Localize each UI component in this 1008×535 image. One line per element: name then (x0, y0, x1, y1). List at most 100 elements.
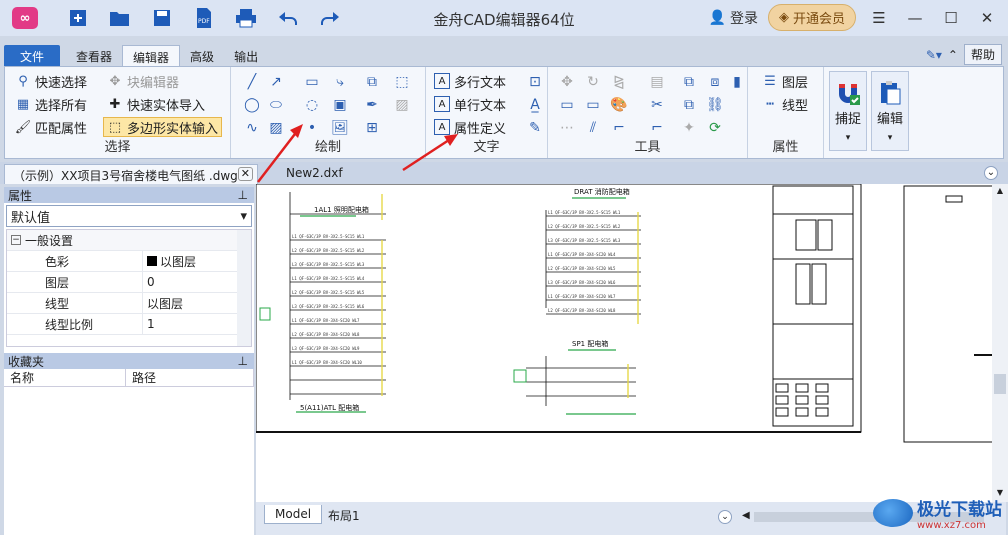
tabs-dropdown-icon[interactable]: ⌄ (984, 166, 998, 180)
maximize-button[interactable]: ☐ (938, 9, 964, 27)
quick-select-button[interactable]: ⚲ 快速选择 (15, 71, 87, 91)
snap-dropdown-icon[interactable]: ▾ (846, 133, 851, 143)
tab-file[interactable]: 文件 (4, 45, 61, 66)
linetype-button[interactable]: ┅ 线型 (762, 94, 808, 114)
erase-icon[interactable]: ▮ (728, 73, 746, 91)
tab-model[interactable]: Model (264, 505, 323, 524)
login-button[interactable]: 👤 登录 (709, 8, 758, 28)
layer-button[interactable]: ☰ 图层 (762, 71, 808, 91)
group-icon[interactable]: ⧉ (680, 73, 698, 91)
offset-icon[interactable]: ⫽ (584, 119, 602, 137)
pdf-icon[interactable]: PDF (190, 5, 218, 31)
quick-import-label: 快速实体导入 (127, 98, 206, 114)
scroll-thumb[interactable] (994, 374, 1006, 394)
save-icon[interactable] (148, 5, 176, 31)
quick-import-button[interactable]: ✚ 快速实体导入 (107, 94, 205, 114)
region-icon[interactable]: ⬚ (393, 73, 411, 91)
stext-button[interactable]: A 单行文本 (434, 94, 506, 114)
chamfer-icon[interactable]: ⌐ (648, 119, 666, 137)
ellipse-icon[interactable]: ⬭ (267, 96, 285, 114)
hatch-disabled-icon[interactable]: ▨ (393, 96, 411, 114)
line-icon[interactable]: ╱ (243, 73, 261, 91)
block-editor-button[interactable]: ✥ 块编辑器 (107, 71, 179, 91)
ungroup-icon[interactable]: ⧉ (680, 96, 698, 114)
copy-block-icon[interactable]: ⧉ (363, 73, 381, 91)
close-button[interactable]: ✕ (974, 9, 1000, 27)
tab-viewer[interactable]: 查看器 (66, 45, 122, 66)
menu-icon[interactable]: ☰ (866, 9, 892, 27)
poly-input-button[interactable]: ⬚ 多边形实体输入 (103, 117, 223, 137)
mirror-icon[interactable]: ⧎ (610, 73, 628, 91)
text-style-icon[interactable]: ⊡ (526, 73, 544, 91)
doc-tab-dwg[interactable]: （示例）XX项目3号宿舍楼电气图纸 .dwg ✕ (4, 164, 258, 184)
match-props-button[interactable]: 🖌 匹配属性 (15, 117, 87, 137)
color-icon[interactable]: 🎨 (610, 96, 628, 114)
trim-icon[interactable]: ⋯ (558, 119, 576, 137)
pin-icon[interactable]: ⊥ (238, 354, 248, 368)
undo-icon[interactable] (274, 5, 302, 31)
stretch-icon[interactable]: ▭ (558, 96, 576, 114)
explode-icon[interactable]: ⧈ (706, 73, 724, 91)
drawing-canvas[interactable]: 1AL1 照明配电箱 DRAT 消防配电箱 5(A11)ATL 配电箱 SP1 … (256, 184, 1006, 502)
prop-row-ltscale[interactable]: 线型比例 1 (7, 314, 251, 335)
mtext-button[interactable]: A 多行文本 (434, 71, 506, 91)
edit-dropdown-icon[interactable]: ▾ (888, 133, 893, 143)
scroll-left-icon[interactable]: ◀ (742, 510, 750, 521)
select-all-button[interactable]: ▦ 选择所有 (15, 94, 87, 114)
pen-icon[interactable]: ✒ (363, 96, 381, 114)
redo-icon[interactable] (316, 5, 344, 31)
doc-tab-dxf[interactable]: New2.dxf (278, 164, 351, 184)
properties-scrollbar[interactable] (237, 230, 251, 346)
array-icon[interactable]: ▤ (648, 73, 666, 91)
rectangle-icon[interactable]: ▭ (303, 73, 321, 91)
vertical-scrollbar[interactable]: ▲ ▼ (992, 184, 1008, 502)
rotate-icon[interactable]: ↻ (584, 73, 602, 91)
print-icon[interactable] (232, 5, 260, 31)
new-file-icon[interactable] (64, 5, 92, 31)
collapse-icon[interactable]: − (11, 235, 21, 245)
tab-advanced[interactable]: 高级 (180, 45, 224, 66)
tab-editor[interactable]: 编辑器 (122, 45, 181, 66)
prop-category[interactable]: − 一般设置 (7, 230, 251, 251)
tab-layout1[interactable]: 布局1 (318, 505, 370, 526)
polyline-icon[interactable]: ↗ (267, 73, 285, 91)
favorites-col-path[interactable]: 路径 (126, 369, 254, 386)
link-icon[interactable]: ⛓ (706, 96, 724, 114)
curve-icon[interactable]: ∿ (243, 119, 261, 137)
layout-dropdown-icon[interactable]: ⌄ (718, 510, 732, 524)
circle-icon[interactable]: ◯ (243, 96, 261, 114)
collapse-ribbon-icon[interactable]: ⌃ (948, 48, 958, 62)
pen-settings-icon[interactable]: ✎▾ (926, 48, 942, 62)
arc-icon[interactable]: ◌ (303, 96, 321, 114)
point-icon[interactable]: • (303, 119, 321, 137)
block-icon[interactable]: ▣ (331, 96, 349, 114)
text-edit-icon[interactable]: ✎ (526, 119, 544, 137)
tab-output[interactable]: 输出 (224, 45, 268, 66)
image-icon[interactable]: 🖼 (331, 119, 349, 137)
break-icon[interactable]: ✦ (680, 119, 698, 137)
fillet-icon[interactable]: ⌐ (610, 119, 628, 137)
convert-icon[interactable]: ⟳ (706, 119, 724, 137)
text-format-icon[interactable]: A̲ (526, 96, 544, 114)
help-button[interactable]: 帮助 (963, 44, 1002, 65)
properties-combo[interactable]: 默认值 ▾ (6, 205, 252, 227)
minimize-button[interactable]: — (902, 9, 928, 27)
move-icon[interactable]: ✥ (558, 73, 576, 91)
prop-row-color[interactable]: 色彩 以图层 (7, 251, 251, 272)
prop-row-layer[interactable]: 图层 0 (7, 272, 251, 293)
snap-button[interactable]: 捕捉 ▾ (829, 71, 867, 151)
table-icon[interactable]: ⊞ (363, 119, 381, 137)
edit-button[interactable]: 编辑 ▾ (871, 71, 909, 151)
measure-icon[interactable]: ✂ (648, 96, 666, 114)
scroll-up-icon[interactable]: ▲ (994, 186, 1006, 198)
favorites-col-name[interactable]: 名称 (4, 369, 126, 386)
prop-row-linetype[interactable]: 线型 以图层 (7, 293, 251, 314)
scale-icon[interactable]: ▭ (584, 96, 602, 114)
close-tab-icon[interactable]: ✕ (237, 167, 253, 181)
attdef-button[interactable]: A 属性定义 (434, 117, 506, 137)
hatch-icon[interactable]: ▨ (267, 119, 285, 137)
spline-icon[interactable]: ⤷ (331, 73, 349, 91)
pin-icon[interactable]: ⊥ (238, 188, 248, 202)
open-folder-icon[interactable] (106, 5, 134, 31)
vip-button[interactable]: ◈ 开通会员 (767, 4, 856, 31)
